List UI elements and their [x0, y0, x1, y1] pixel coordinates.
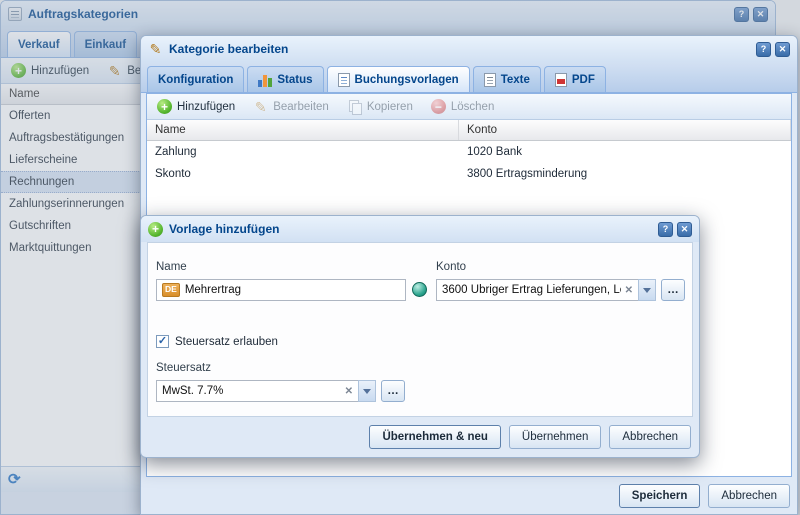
window-titlebar[interactable]: ✎ Kategorie bearbeiten ? ✕	[141, 36, 797, 62]
tab-texte[interactable]: Texte	[473, 66, 541, 92]
vorlage-hinzufuegen-dialog: + Vorlage hinzufügen ? ✕ Name DE Mehrert…	[140, 215, 700, 458]
delete-button-label: Löschen	[451, 101, 494, 113]
tab-label: Konfiguration	[158, 74, 233, 86]
template-konto: 1020 Bank	[459, 146, 791, 158]
template-konto: 3800 Ertragsminderung	[459, 168, 791, 180]
name-input[interactable]: DE Mehrertrag	[156, 279, 406, 301]
tab-label: Status	[277, 74, 312, 86]
template-row-zahlung[interactable]: Zahlung 1020 Bank	[147, 141, 791, 163]
dialog-form: Name DE Mehrertrag Konto 3600 Übriger Er…	[147, 242, 693, 417]
name-label: Name	[156, 261, 187, 273]
text-lines-icon	[484, 73, 496, 87]
tab-bar: Konfiguration Status Buchungsvorlagen Te…	[141, 62, 797, 93]
steuersatz-combobox[interactable]: MwSt. 7.7% ✕	[156, 380, 376, 402]
speichern-button[interactable]: Speichern	[619, 484, 701, 508]
add-icon: +	[157, 99, 172, 114]
tab-buchungsvorlagen[interactable]: Buchungsvorlagen	[327, 66, 470, 92]
add-button-label: Hinzufügen	[177, 101, 235, 113]
name-value: Mehrertrag	[185, 284, 400, 296]
edit-icon: ✎	[148, 42, 163, 57]
edit-button: ✎ Bearbeiten	[249, 97, 333, 116]
steuersatz-erlauben-label[interactable]: Steuersatz erlauben	[175, 336, 278, 348]
close-icon[interactable]: ✕	[677, 222, 692, 237]
dialog-titlebar[interactable]: + Vorlage hinzufügen ? ✕	[141, 216, 699, 242]
edit-button-label: Bearbeiten	[273, 101, 329, 113]
templates-grid-header: Name Konto	[147, 120, 791, 141]
dialog-title: Vorlage hinzufügen	[169, 222, 652, 236]
steuersatz-lookup-button[interactable]: …	[381, 380, 405, 402]
delete-icon: −	[431, 99, 446, 114]
tab-pdf[interactable]: PDF	[544, 66, 606, 92]
steuersatz-value: MwSt. 7.7%	[162, 385, 341, 397]
abbrechen-button[interactable]: Abbrechen	[708, 484, 790, 508]
konto-value: 3600 Übriger Ertrag Lieferungen, Leis	[442, 284, 621, 296]
booking-template-icon	[338, 73, 350, 87]
abbrechen-button[interactable]: Abbrechen	[609, 425, 691, 449]
pencil-icon: ✎	[253, 99, 268, 114]
column-header-name[interactable]: Name	[147, 120, 459, 140]
status-chart-icon	[258, 73, 272, 87]
pdf-icon	[555, 73, 567, 87]
uebernehmen-button[interactable]: Übernehmen	[509, 425, 601, 449]
konto-input[interactable]: 3600 Übriger Ertrag Lieferungen, Leis ✕	[436, 279, 638, 301]
clear-icon[interactable]: ✕	[345, 386, 353, 397]
tab-label: Texte	[501, 74, 530, 86]
tab-label: PDF	[572, 74, 595, 86]
steuersatz-erlauben-checkbox[interactable]: ✓	[156, 335, 169, 348]
column-header-konto[interactable]: Konto	[459, 120, 791, 140]
help-icon[interactable]: ?	[756, 42, 771, 57]
window-footer: Speichern Abbrechen	[141, 477, 797, 514]
template-name: Zahlung	[147, 146, 459, 158]
konto-lookup-button[interactable]: …	[661, 279, 685, 301]
close-icon[interactable]: ✕	[775, 42, 790, 57]
template-name: Skonto	[147, 168, 459, 180]
konto-combobox[interactable]: 3600 Übriger Ertrag Lieferungen, Leis ✕	[436, 279, 656, 301]
dropdown-trigger-icon[interactable]	[638, 279, 656, 301]
templates-toolbar: + Hinzufügen ✎ Bearbeiten Kopieren − Lös…	[147, 94, 791, 120]
delete-button: − Löschen	[427, 97, 498, 116]
dialog-footer: Übernehmen & neu Übernehmen Abbrechen	[141, 417, 699, 457]
tab-label: Buchungsvorlagen	[355, 74, 459, 86]
dialog-tools: ? ✕	[658, 222, 692, 237]
template-row-skonto[interactable]: Skonto 3800 Ertragsminderung	[147, 163, 791, 185]
konto-label: Konto	[436, 261, 466, 273]
help-icon[interactable]: ?	[658, 222, 673, 237]
language-badge[interactable]: DE	[162, 283, 180, 296]
clear-icon[interactable]: ✕	[625, 285, 633, 296]
window-title: Kategorie bearbeiten	[169, 42, 750, 56]
add-icon: +	[148, 222, 163, 237]
dropdown-trigger-icon[interactable]	[358, 380, 376, 402]
translate-globe-icon[interactable]	[412, 282, 427, 297]
uebernehmen-und-neu-button[interactable]: Übernehmen & neu	[369, 425, 500, 449]
steuersatz-input[interactable]: MwSt. 7.7% ✕	[156, 380, 358, 402]
copy-icon	[347, 99, 362, 114]
add-button[interactable]: + Hinzufügen	[153, 97, 239, 116]
window-tools: ? ✕	[756, 42, 790, 57]
tab-konfiguration[interactable]: Konfiguration	[147, 66, 244, 92]
copy-button: Kopieren	[343, 97, 417, 116]
tab-status[interactable]: Status	[247, 66, 323, 92]
copy-button-label: Kopieren	[367, 101, 413, 113]
steuersatz-label: Steuersatz	[156, 362, 211, 374]
